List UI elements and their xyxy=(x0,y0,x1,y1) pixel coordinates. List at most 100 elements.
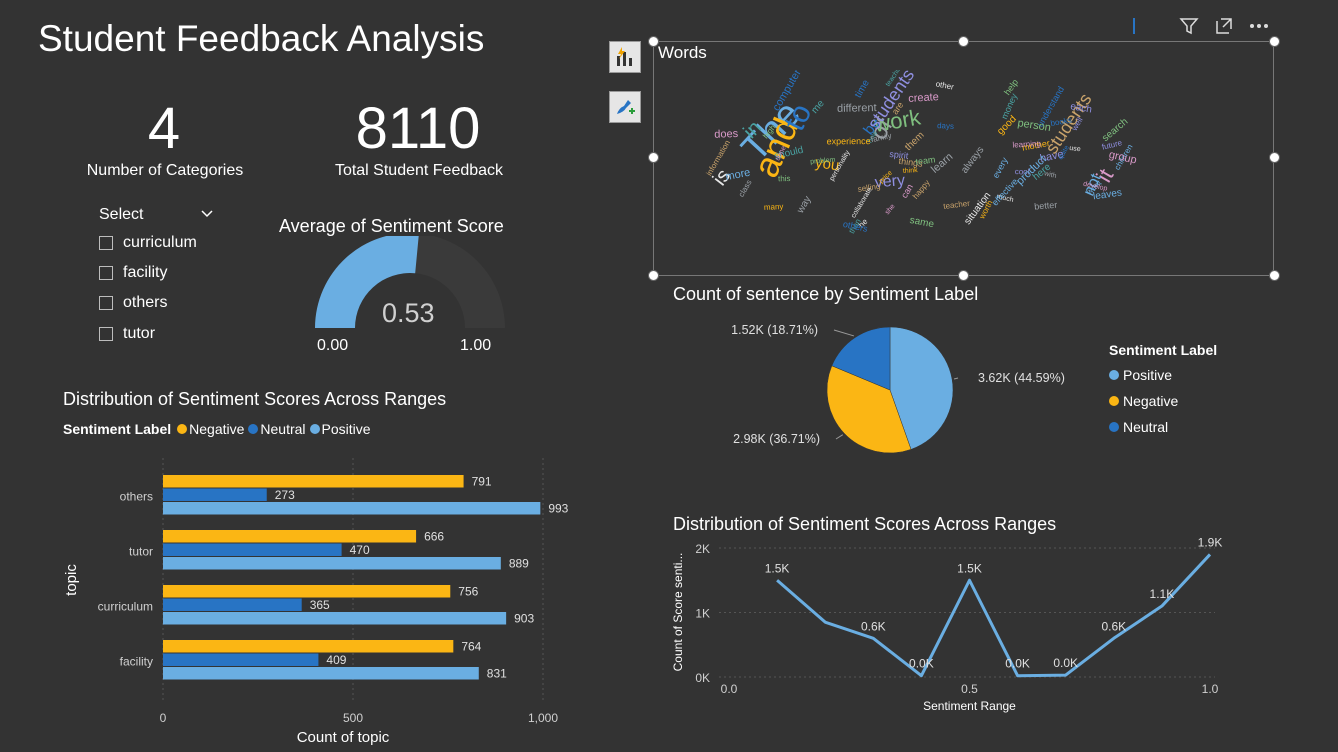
pie-data-label: 3.62K (44.59%) xyxy=(978,371,1065,385)
line-data-label: 0.6K xyxy=(1101,619,1126,633)
checkbox[interactable] xyxy=(99,266,113,280)
chevron-down-icon[interactable] xyxy=(200,206,214,224)
legend-label: Positive xyxy=(1123,367,1173,383)
line-title: Distribution of Sentiment Scores Across … xyxy=(673,514,1057,534)
pie-leader-line xyxy=(835,434,844,440)
feedback-kpi-value: 8110 xyxy=(355,96,481,161)
word: create xyxy=(908,91,939,105)
line-data-label: 1.5K xyxy=(765,561,790,575)
word: days xyxy=(937,121,954,131)
resize-handle[interactable] xyxy=(1269,152,1280,163)
line-data-label: 1.1K xyxy=(1150,587,1175,601)
x-axis-label: Sentiment Range xyxy=(923,699,1016,713)
word: same xyxy=(909,215,936,231)
chart-lightning-icon xyxy=(617,47,632,66)
insights-button[interactable] xyxy=(609,41,641,73)
filter-icon[interactable] xyxy=(1179,16,1199,41)
pie-title: Count of sentence by Sentiment Label xyxy=(673,284,979,304)
sentiment-line-chart[interactable]: 0K 1K 2K 0.0 0.5 1.0 1.5K 0.6K 0.0K 1.5K 0.0K 0.0K 0… xyxy=(660,536,1260,716)
bar-positive xyxy=(163,667,479,680)
gauge-max-label: 1.00 xyxy=(460,337,492,354)
categories-kpi-value: 4 xyxy=(147,96,181,161)
bar-data-label: 409 xyxy=(326,653,346,667)
bar-positive xyxy=(163,557,501,570)
word: teacher xyxy=(943,199,971,211)
pie-legend-item[interactable]: Neutral xyxy=(1109,414,1178,440)
checkbox[interactable] xyxy=(99,327,113,341)
resize-handle[interactable] xyxy=(958,36,969,47)
slicer-option-label: others xyxy=(123,294,168,311)
topic-bar-chart[interactable]: 0 500 1,000 others 791 273 993 tutor 666 470 889 cu… xyxy=(40,450,600,750)
bar-negative xyxy=(163,530,417,543)
word: other xyxy=(935,79,955,91)
bar-data-label: 764 xyxy=(461,640,481,654)
bar-data-label: 889 xyxy=(509,557,529,571)
line-data-label: 1.9K xyxy=(1198,536,1223,549)
gauge-min-label: 0.00 xyxy=(317,337,349,354)
word: think xyxy=(903,167,919,175)
bar-data-label: 273 xyxy=(275,488,295,502)
word: use xyxy=(1069,145,1081,153)
pie-legend-title: Sentiment Label xyxy=(1109,342,1218,358)
legend-label: Neutral xyxy=(1123,419,1169,435)
x-tick-label: 1.0 xyxy=(1202,682,1219,696)
bar-data-label: 903 xyxy=(514,612,534,626)
word: money xyxy=(999,91,1019,120)
slicer-option-label: facility xyxy=(123,264,168,281)
line-data-label: 1.5K xyxy=(957,561,982,575)
focus-mode-icon[interactable] xyxy=(1214,16,1234,41)
resize-handle[interactable] xyxy=(1269,36,1280,47)
legend-dot xyxy=(309,424,320,434)
slicer-option-facility[interactable]: facility xyxy=(99,262,167,284)
slicer-option-curriculum[interactable]: curriculum xyxy=(99,232,197,254)
x-tick-label: 500 xyxy=(343,711,363,725)
y-tick-label: 0K xyxy=(695,671,710,685)
bar-negative xyxy=(163,475,464,488)
line-data-label: 0.0K xyxy=(909,657,934,671)
resize-handle[interactable] xyxy=(1269,270,1280,281)
gauge-title: Average of Sentiment Score xyxy=(279,216,504,236)
word: she xyxy=(884,203,897,216)
y-axis-label: Count of Score senti... xyxy=(671,553,685,672)
feedback-kpi-label: Total Student Feedback xyxy=(334,162,504,179)
y-category-label: curriculum xyxy=(98,599,153,613)
slicer-option-others[interactable]: others xyxy=(99,292,167,314)
resize-handle[interactable] xyxy=(648,270,659,281)
slicer-option-tutor[interactable]: tutor xyxy=(99,323,155,345)
pie-leader-line xyxy=(953,377,959,380)
legend-label: Negative xyxy=(189,421,245,437)
sentiment-pie-chart[interactable]: 3.62K (44.59%) 2.98K (36.71%) 1.52K (18.71… xyxy=(700,310,1100,475)
categories-kpi-label: Number of Categories xyxy=(86,162,244,179)
topic-slicer-header[interactable]: Select xyxy=(99,206,214,224)
pie-legend-item[interactable]: Negative xyxy=(1109,388,1178,414)
resize-handle[interactable] xyxy=(958,270,969,281)
word: always xyxy=(959,145,986,176)
info-icon[interactable] xyxy=(1132,16,1136,36)
word: time xyxy=(853,78,872,100)
page-title: Student Feedback Analysis xyxy=(38,18,485,59)
pie-legend: Positive Negative Neutral xyxy=(1109,362,1178,440)
slicer-option-label: curriculum xyxy=(123,234,197,251)
word: spirit xyxy=(889,149,909,161)
format-visual-button[interactable] xyxy=(609,91,641,123)
x-tick-label: 1,000 xyxy=(528,711,558,725)
pie-data-label: 1.52K (18.71%) xyxy=(731,323,818,337)
more-options-icon[interactable] xyxy=(1248,16,1270,41)
word: better xyxy=(1034,200,1058,212)
line-data-label: 0.0K xyxy=(1053,656,1078,670)
bar-positive xyxy=(163,612,507,625)
pie-data-label: 2.98K (36.71%) xyxy=(733,432,820,446)
pie-legend-item[interactable]: Positive xyxy=(1109,362,1178,388)
word: this xyxy=(778,174,791,183)
legend-dot xyxy=(1109,396,1119,406)
checkbox[interactable] xyxy=(99,296,113,310)
wordcloud-title: Words xyxy=(658,43,707,62)
word: many xyxy=(764,202,784,212)
bar-neutral xyxy=(163,598,302,611)
legend-dot xyxy=(1109,370,1119,380)
word: experience xyxy=(827,136,871,146)
resize-handle[interactable] xyxy=(648,152,659,163)
bar-neutral xyxy=(163,488,267,501)
checkbox[interactable] xyxy=(99,236,113,250)
bar-title: Distribution of Sentiment Scores Across … xyxy=(63,389,447,409)
